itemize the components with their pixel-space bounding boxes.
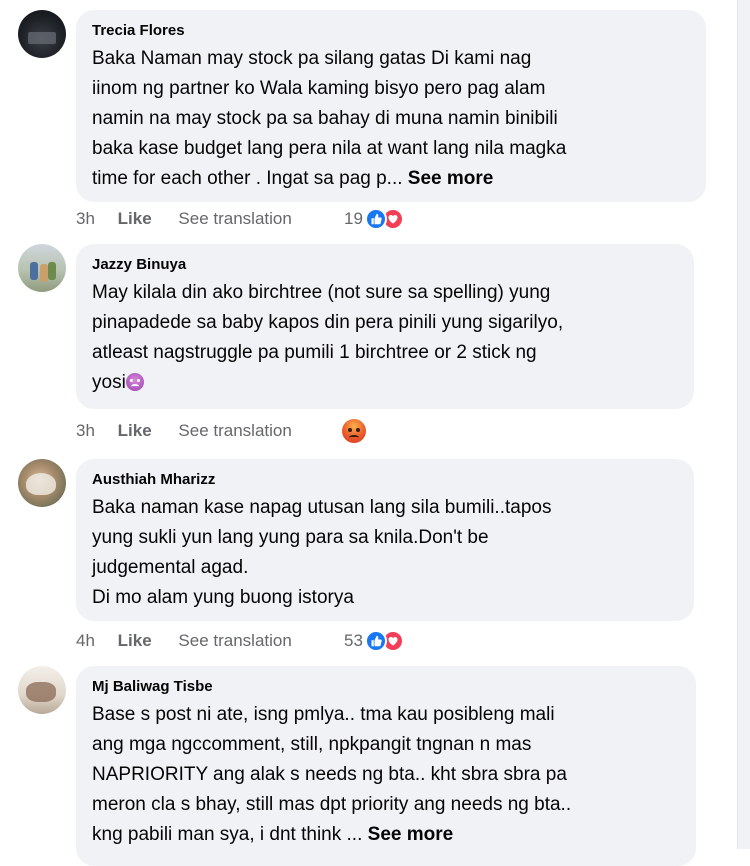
avatar[interactable] — [18, 244, 66, 292]
like-icon — [364, 630, 387, 652]
comment-author[interactable]: Jazzy Binuya — [92, 254, 680, 276]
see-translation-link[interactable]: See translation — [178, 207, 291, 231]
avatar[interactable] — [18, 666, 66, 714]
like-icon — [364, 208, 387, 230]
comment-body: Baka Naman may stock pa silang gatas Di … — [92, 48, 567, 189]
avatar[interactable] — [18, 10, 66, 58]
reaction-count: 53 — [344, 631, 363, 650]
like-button[interactable]: Like — [118, 629, 152, 653]
comment-actions: 4h Like See translation — [76, 629, 292, 653]
comment-actions: 3h Like See translation — [76, 419, 292, 443]
comment-body: May kilala din ako birchtree (not sure s… — [92, 282, 564, 393]
comment-author[interactable]: Austhiah Mharizz — [92, 469, 680, 491]
comment-text: May kilala din ako birchtree (not sure s… — [92, 278, 680, 398]
like-button[interactable]: Like — [118, 207, 152, 231]
comment-bubble: Jazzy Binuya May kilala din ako birchtre… — [76, 244, 694, 409]
comment-text: Baka Naman may stock pa silang gatas Di … — [92, 44, 692, 194]
comment-bubble: Austhiah Mharizz Baka naman kase napag u… — [76, 459, 694, 621]
dizzy-face-emoji-icon — [125, 373, 144, 391]
comment-author[interactable]: Mj Baliwag Tisbe — [92, 676, 682, 698]
see-translation-link[interactable]: See translation — [178, 419, 291, 443]
comment-bubble: Mj Baliwag Tisbe Base s post ni ate, isn… — [76, 666, 696, 866]
reaction-count: 19 — [344, 209, 363, 228]
avatar[interactable] — [18, 459, 66, 507]
scrollbar-track[interactable] — [737, 0, 750, 849]
see-more-link[interactable]: See more — [368, 824, 454, 845]
reaction-summary[interactable]: 19 — [344, 206, 404, 232]
comment-author[interactable]: Trecia Flores — [92, 20, 692, 42]
comment-timestamp[interactable]: 3h — [76, 207, 95, 231]
angry-icon — [342, 419, 366, 443]
comment-body: Base s post ni ate, isng pmlya.. tma kau… — [92, 704, 572, 845]
comment-timestamp[interactable]: 4h — [76, 629, 95, 653]
reaction-summary[interactable]: 53 — [344, 628, 404, 654]
like-button[interactable]: Like — [118, 419, 152, 443]
see-translation-link[interactable]: See translation — [178, 629, 291, 653]
comment-timestamp[interactable]: 3h — [76, 419, 95, 443]
comment-text: Base s post ni ate, isng pmlya.. tma kau… — [92, 700, 682, 850]
reaction-summary[interactable] — [342, 418, 366, 444]
comment-actions: 3h Like See translation — [76, 207, 292, 231]
see-more-link[interactable]: See more — [408, 168, 494, 189]
comment-bubble: Trecia Flores Baka Naman may stock pa si… — [76, 10, 706, 202]
comment-text: Baka naman kase napag utusan lang sila b… — [92, 497, 552, 608]
